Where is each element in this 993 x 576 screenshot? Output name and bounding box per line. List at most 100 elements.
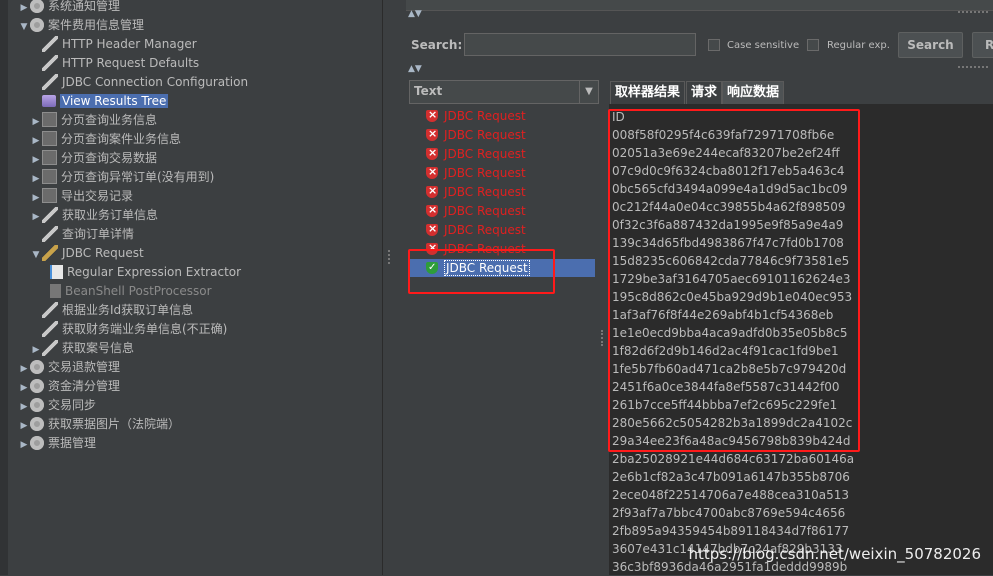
tree-item-page-query-case-business[interactable]: ▶ 分页查询案件业务信息: [30, 130, 181, 149]
drag-handle-top[interactable]: [958, 11, 988, 18]
tree-item-page-query-business[interactable]: ▶ 分页查询业务信息: [30, 111, 157, 130]
gear-icon: [30, 416, 44, 431]
watermark-text: https://blog.csdn.net/weixin_50782026: [688, 545, 981, 563]
result-item-error[interactable]: JDBC Request: [426, 220, 526, 239]
gear-icon: [30, 359, 44, 374]
tree-item-label: 交易退款管理: [48, 360, 121, 374]
tool-icon: [42, 35, 58, 52]
search-label: Search:: [411, 38, 463, 52]
tool-icon: [42, 206, 58, 223]
chevron-down-icon[interactable]: ▼: [579, 81, 598, 103]
tree-item-export-trade[interactable]: ▶ 导出交易记录: [30, 187, 133, 206]
result-item-label: JDBC Request: [444, 128, 526, 142]
tree-item-system-notice[interactable]: ▶ 系统通知管理: [18, 0, 120, 16]
highlight-box-response: [608, 109, 860, 452]
tree-item-label: JDBC Connection Configuration: [62, 75, 249, 89]
tree-item-label: 分页查询业务信息: [61, 113, 158, 127]
tab-response-data[interactable]: 响应数据: [722, 81, 785, 104]
error-shield-icon: [426, 106, 438, 124]
box-icon: [42, 188, 57, 203]
tab-request[interactable]: 请求: [686, 81, 723, 104]
regex-label: Regular exp.: [827, 40, 890, 51]
tree-item-label: 分页查询异常订单(没有用到): [61, 170, 215, 184]
error-shield-icon: [426, 220, 438, 238]
tool-icon: [42, 301, 58, 318]
tab-sampler-result[interactable]: 取样器结果: [610, 81, 686, 104]
tree-item-jdbc-connection-config[interactable]: JDBC Connection Configuration: [30, 73, 248, 92]
collapse-arrows-icon-2[interactable]: ▲▼: [408, 64, 422, 74]
tree-item-label: 分页查询交易数据: [61, 151, 158, 165]
drag-handle-mid[interactable]: [958, 66, 988, 73]
tree-item-label: View Results Tree: [60, 94, 169, 108]
error-shield-icon: [426, 182, 438, 200]
tree-item-fund-clearing[interactable]: ▶ 资金清分管理: [18, 377, 120, 396]
renderer-select[interactable]: Text ▼: [409, 80, 599, 104]
main-splitter[interactable]: [382, 0, 407, 575]
gear-icon: [30, 17, 44, 32]
result-item-label: JDBC Request: [444, 166, 526, 180]
renderer-selected-value: Text: [414, 84, 443, 98]
tree-item-label: 导出交易记录: [61, 189, 134, 203]
tree-item-label: 查询订单详情: [62, 227, 135, 241]
doc2-icon: [50, 283, 61, 298]
result-item-error[interactable]: JDBC Request: [426, 144, 526, 163]
tree-item-get-bill-image[interactable]: ▶ 获取票据图片（法院端）: [18, 415, 180, 434]
tree-item-jdbc-request[interactable]: ▼ JDBC Request: [30, 244, 144, 263]
tool-icon: [42, 225, 58, 242]
error-shield-icon: [426, 163, 438, 181]
results-panel: ▲▼ Search: Case sensitive Regular exp. S…: [406, 0, 993, 575]
test-plan-tree: ▶ 系统通知管理 ▼ 案件费用信息管理 HTTP Header Manager HTTP …: [0, 0, 382, 575]
expanded-arrow-icon[interactable]: ▼: [18, 18, 30, 37]
tree-item-trade-sync[interactable]: ▶ 交易同步: [18, 396, 96, 415]
tool2-icon: [42, 244, 58, 261]
result-item-error[interactable]: JDBC Request: [426, 125, 526, 144]
case-sensitive-label: Case sensitive: [727, 40, 800, 51]
tool-icon: [42, 54, 58, 71]
result-item-error[interactable]: JDBC Request: [426, 201, 526, 220]
collapse-arrows-icon[interactable]: ▲▼: [408, 9, 422, 19]
tree-item-label: Regular Expression Extractor: [67, 265, 242, 279]
tree-item-get-order-by-id[interactable]: 根据业务Id获取订单信息: [30, 301, 193, 320]
box-icon: [42, 112, 57, 127]
search-button[interactable]: Search: [898, 32, 963, 58]
collapsed-arrow-icon[interactable]: ▶: [18, 436, 30, 455]
gear-icon: [30, 397, 44, 412]
tree-item-refund-mgmt[interactable]: ▶ 交易退款管理: [18, 358, 120, 377]
search-input[interactable]: [464, 33, 696, 56]
tree-item-regex-extractor[interactable]: Regular Expression Extractor: [38, 263, 241, 282]
case-sensitive-checkbox[interactable]: [708, 39, 720, 51]
result-item-label: JDBC Request: [444, 185, 526, 199]
result-item-error[interactable]: JDBC Request: [426, 163, 526, 182]
tree-item-label: 案件费用信息管理: [48, 18, 145, 32]
tree-item-bill-mgmt[interactable]: ▶ 票据管理: [18, 434, 96, 453]
tree-item-get-case-number[interactable]: ▶ 获取案号信息: [30, 339, 134, 358]
reset-button[interactable]: R: [972, 32, 993, 58]
tree-item-http-header-manager[interactable]: HTTP Header Manager: [30, 35, 197, 54]
tree-item-get-business-order[interactable]: ▶ 获取业务订单信息: [30, 206, 158, 225]
tree-item-label: 获取票据图片（法院端）: [48, 417, 181, 431]
tree-item-page-query-trade[interactable]: ▶ 分页查询交易数据: [30, 149, 157, 168]
response-id-line: 2ece048f22514706a7e488cea310a513: [612, 488, 849, 502]
result-item-error[interactable]: JDBC Request: [426, 182, 526, 201]
doc-icon: [50, 264, 63, 279]
tree-item-label: 资金清分管理: [48, 379, 121, 393]
tree-item-case-fee[interactable]: ▼ 案件费用信息管理: [18, 16, 144, 35]
tree-item-page-query-abnormal[interactable]: ▶ 分页查询异常订单(没有用到): [30, 168, 214, 187]
tree-item-label: HTTP Header Manager: [62, 37, 197, 51]
tool-icon: [42, 339, 58, 356]
gear-icon: [30, 0, 44, 13]
result-item-error[interactable]: JDBC Request: [426, 106, 526, 125]
tree-item-get-finance-order[interactable]: 获取财务端业务单信息(不正确): [30, 320, 227, 339]
response-id-line: 2ba25028921e44d684c63172ba60146a: [612, 452, 855, 466]
tree-item-http-request-defaults[interactable]: HTTP Request Defaults: [30, 54, 199, 73]
tree-item-label: HTTP Request Defaults: [62, 56, 200, 70]
tree-item-beanshell-postprocessor[interactable]: BeanShell PostProcessor: [38, 282, 212, 301]
result-item-label: JDBC Request: [444, 109, 526, 123]
response-id-line: 2f93af7a7bbc4700abc8769e594c4656: [612, 506, 846, 520]
error-shield-icon: [426, 144, 438, 162]
regex-checkbox[interactable]: [807, 39, 819, 51]
tree-item-query-order-detail[interactable]: 查询订单详情: [30, 225, 134, 244]
tree-item-label: 获取业务订单信息: [62, 208, 159, 222]
tree-item-label: 获取案号信息: [62, 341, 135, 355]
tree-item-view-results-tree[interactable]: View Results Tree: [30, 92, 169, 111]
